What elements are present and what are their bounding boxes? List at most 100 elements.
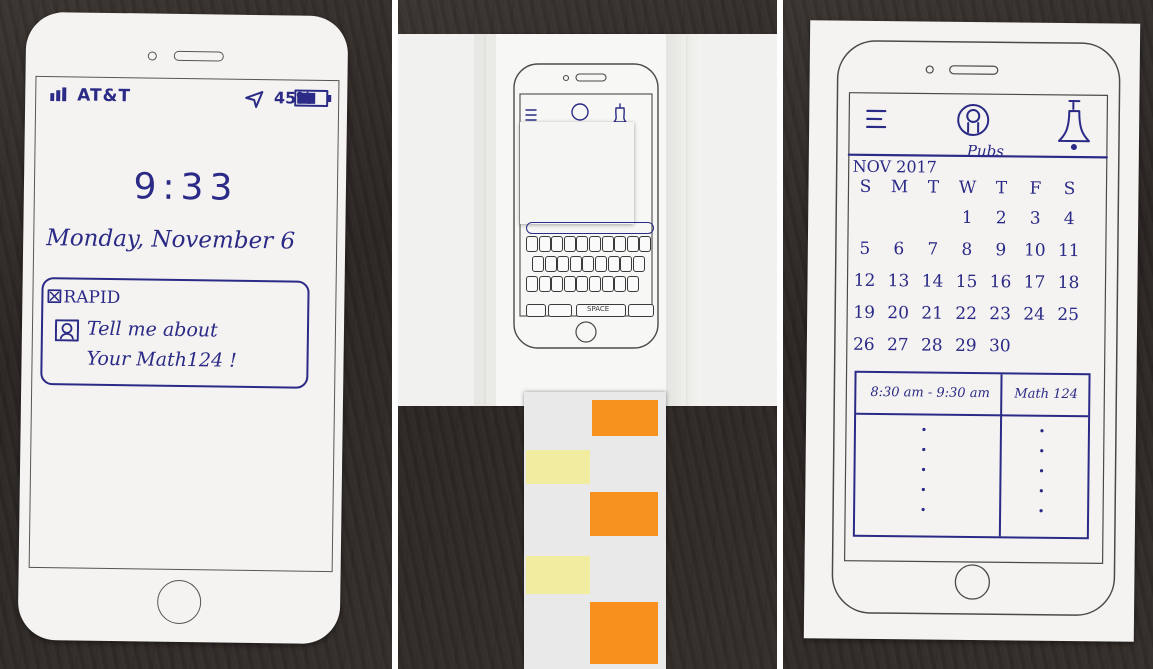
keyboard-key[interactable]	[576, 276, 589, 292]
calendar-day[interactable]: 27	[883, 335, 913, 355]
keyboard-key[interactable]	[595, 256, 607, 272]
calendar-day[interactable]: 25	[1053, 305, 1083, 325]
calendar-day[interactable]: 17	[1019, 272, 1049, 293]
notification-app-name: RAPID	[63, 287, 121, 309]
home-button[interactable]	[156, 579, 202, 625]
keyboard-key[interactable]	[620, 256, 633, 272]
keyboard-key[interactable]	[614, 276, 627, 292]
calendar-panel: Pubs NOV 2017 S M T W T F S 1 2 3 4 5 6 7 8 9 10 11 12 13 14…	[783, 0, 1153, 669]
calendar-day[interactable]: 2	[986, 208, 1016, 228]
event-table[interactable]: 8:30 am - 9:30 am Math 124	[852, 370, 1091, 540]
calendar-day[interactable]: 3	[1020, 208, 1050, 229]
notification-line-1: Tell me about	[86, 317, 218, 342]
calendar-day[interactable]: 24	[1019, 304, 1049, 325]
weekday-label: W	[958, 177, 977, 199]
lockscreen-panel: AT&T 45% 9:33 Monday, November 6 RAPID T…	[0, 0, 392, 669]
signal-bars-icon	[50, 87, 67, 102]
weekday-label: S	[1063, 178, 1076, 200]
keyboard-key[interactable]	[626, 276, 639, 292]
inserted-screen-card	[520, 122, 634, 224]
calendar-day[interactable]: 20	[883, 303, 913, 323]
keyboard-key[interactable]	[601, 276, 614, 292]
calendar-day[interactable]: 22	[951, 304, 981, 324]
weekday-label: S	[859, 176, 872, 197]
keyboard-key[interactable]	[576, 236, 589, 252]
keyboard-key[interactable]	[538, 276, 551, 292]
keyboard-key[interactable]	[551, 236, 564, 252]
notification-line-2: Your Math124 !	[86, 347, 237, 372]
yellow-sticky-note	[526, 450, 590, 484]
weekday-label: T	[927, 177, 940, 198]
event-time: 8:30 am - 9:30 am	[870, 384, 990, 402]
paper-phone: AT&T 45% 9:33 Monday, November 6 RAPID T…	[17, 11, 349, 645]
event-continuation-dots	[921, 427, 1044, 513]
calendar-day[interactable]: 30	[985, 336, 1015, 356]
space-key-label: SPACE	[587, 305, 610, 313]
keyboard-function-key[interactable]	[628, 304, 654, 317]
keyboard-key[interactable]	[526, 236, 538, 252]
calendar-day[interactable]: 29	[951, 336, 981, 356]
keyboard-function-key[interactable]	[526, 304, 546, 317]
calendar-day[interactable]: 15	[951, 272, 981, 292]
calendar-day[interactable]: 5	[850, 239, 880, 259]
keyboard-key[interactable]	[557, 256, 570, 272]
calendar-day[interactable]: 28	[917, 335, 947, 355]
text-input-bar[interactable]	[526, 222, 654, 234]
rapid-app-icon	[47, 289, 62, 304]
calendar-day[interactable]: 14	[917, 271, 947, 291]
keyboard-key[interactable]	[538, 236, 551, 252]
keyboard-key[interactable]	[563, 276, 576, 292]
calendar-day[interactable]: 21	[917, 303, 947, 323]
calendar-day[interactable]: 19	[849, 303, 879, 323]
keyboard-key[interactable]	[551, 276, 564, 292]
calendar-day[interactable]: 8	[952, 240, 982, 260]
calendar-day[interactable]: 26	[849, 335, 879, 355]
keyboard-key[interactable]	[626, 236, 639, 252]
bell-icon[interactable]	[1055, 97, 1098, 159]
weekday-label: F	[1029, 178, 1042, 199]
keyboard-key[interactable]	[544, 256, 557, 272]
profile-icon[interactable]	[953, 102, 997, 142]
keyboard-key[interactable]	[532, 256, 544, 272]
notification-card[interactable]: RAPID Tell me about Your Math124 !	[40, 277, 310, 389]
keyboard-key[interactable]	[589, 236, 601, 252]
calendar-day[interactable]: 4	[1054, 209, 1084, 229]
keyboard-key[interactable]	[632, 256, 645, 272]
keyboard-key[interactable]	[601, 236, 614, 252]
keyboard-key[interactable]	[614, 236, 627, 252]
keyboard-key[interactable]	[639, 236, 652, 252]
location-arrow-icon	[245, 91, 264, 108]
keyboard-key[interactable]	[607, 256, 620, 272]
calendar-day[interactable]: 6	[884, 239, 914, 259]
keyboard-key[interactable]	[563, 236, 576, 252]
calendar-day[interactable]: 11	[1054, 241, 1084, 261]
keyboard-key[interactable]	[589, 276, 601, 292]
camera-dot	[147, 51, 157, 61]
keyboard-key[interactable]	[569, 256, 582, 272]
menu-icon[interactable]	[865, 105, 891, 133]
status-bar-carrier: AT&T	[50, 85, 131, 106]
weekday-label: M	[890, 177, 909, 198]
keyboard-key[interactable]	[526, 276, 538, 292]
battery-icon	[294, 89, 332, 107]
yellow-sticky-note	[526, 556, 590, 594]
tape-strip	[474, 34, 496, 406]
weekday-label: T	[995, 178, 1008, 199]
calendar-day[interactable]: 9	[986, 240, 1016, 260]
keyboard-key[interactable]	[582, 256, 595, 272]
calendar-day[interactable]: 7	[918, 239, 948, 260]
calendar-day[interactable]: 1	[952, 208, 982, 228]
calendar-day[interactable]: 13	[883, 271, 913, 291]
phone-screen: AT&T 45% 9:33 Monday, November 6 RAPID T…	[28, 75, 340, 573]
calendar-day[interactable]: 23	[985, 304, 1015, 324]
tape-strip	[666, 34, 702, 406]
calendar-day[interactable]: 16	[985, 272, 1015, 292]
calendar-day[interactable]: 18	[1053, 273, 1083, 293]
orange-sticky-note	[590, 602, 658, 664]
calendar-day[interactable]: 10	[1020, 240, 1050, 261]
space-key[interactable]: SPACE	[576, 304, 626, 317]
keyboard-function-key[interactable]	[548, 304, 572, 317]
paper-keyboard[interactable]: SPACE	[526, 220, 654, 317]
calendar-day[interactable]: 12	[849, 271, 879, 291]
sticky-note-strip	[524, 392, 666, 669]
